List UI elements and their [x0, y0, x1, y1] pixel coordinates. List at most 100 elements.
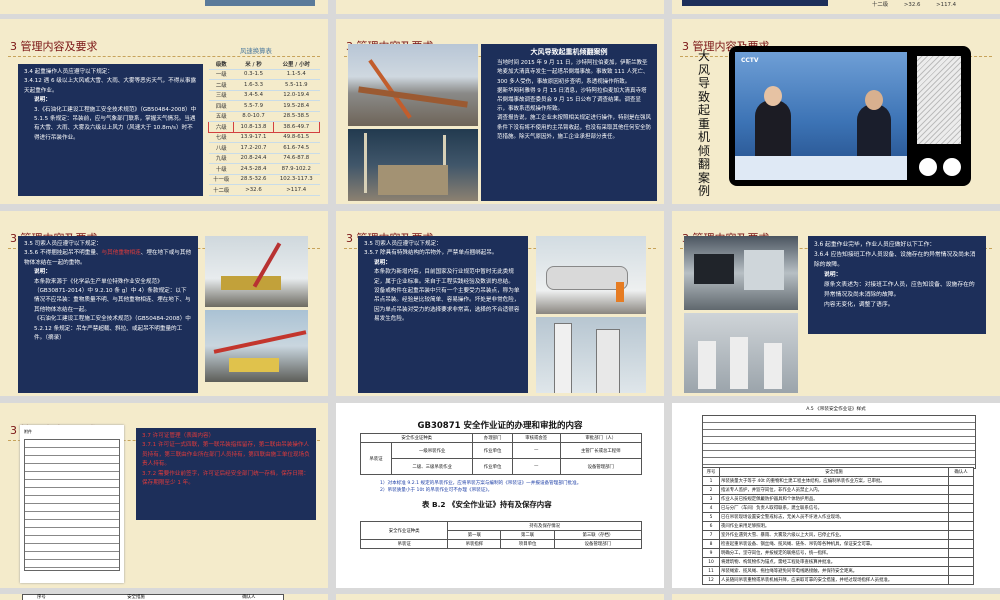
cctv-logo: CCTV — [741, 57, 759, 64]
anchor-right — [857, 104, 891, 160]
wind-cell: 十一级 — [208, 174, 234, 185]
measure-text: 室外作业遇到大雪、暴雨、大雾及六级以上大风，已停止作业。 — [719, 530, 949, 540]
crane-lifting-truck-photo — [205, 236, 308, 307]
measure-row: 11 吊装绳索、揽风绳、拖拉绳等避免同带电线路接触，并保持安全距离。 — [702, 566, 974, 576]
wind-cell: 1.6-3.3 — [233, 79, 274, 91]
t1-kind: 吊装证 — [360, 442, 392, 475]
t2-title: 表 B.2 《安全作业证》持有及保存内容 — [422, 500, 552, 509]
wind-row: 五级 8.0-10.7 28.5-38.5 — [208, 111, 320, 122]
bottom-strip-middle — [336, 594, 664, 600]
rule-line: 3.5 司索人员应遵守以下规定： — [24, 241, 102, 247]
slide-permit-management[interactable]: 3 管理内容及要求 附件 3.7 许可证管理（表面内容） 3.7.1 许可证一式… — [0, 403, 328, 588]
bottom-confirm-label: 确认人 — [242, 595, 256, 600]
wind-cell: 8.0-10.7 — [233, 111, 274, 122]
measure-confirm[interactable] — [948, 521, 974, 531]
measure-text: 人员随同吊装重物或吊装机械升降，应采取可靠的安全措施，并经过现场指挥人员批准。 — [719, 575, 949, 585]
bottom-form-fragment: 序号 安全措施 确认人 — [22, 594, 284, 600]
t1-cell: 作业单位 — [472, 442, 513, 459]
confirm-head: 确认人 — [948, 467, 974, 477]
wind-row: 九级 20.8-24.4 74.6-87.8 — [208, 153, 320, 164]
gb-title: GB30871 安全作业证的办理和审批的内容 — [417, 421, 583, 431]
rule-line: 3.6 起重作业完毕，作业人员应做好以下工作： — [814, 242, 936, 248]
measure-row: 12 人员随同吊装重物或吊装机械升降，应采取可靠的安全措施，并经过现场指挥人员批准… — [702, 575, 974, 585]
vessel-lifting-photo — [536, 236, 646, 314]
t1-head: 审核或会签 — [511, 433, 561, 443]
measure-text: 已在吊装现场设置安全警戒标志，无关人员不许进入作业现场。 — [719, 512, 949, 522]
note-text: 《石油化工建设工程施工安全技术规范》（GB50484-2008）中 5.2.12… — [34, 316, 191, 342]
measure-number: 9 — [702, 548, 720, 558]
t2-cell: 项目单位 — [500, 539, 555, 549]
wind-row: 十二级 >32.6 >117.4 — [208, 184, 320, 196]
tv-speaker — [917, 56, 961, 144]
measure-number: 8 — [702, 539, 720, 549]
slide-crane-case[interactable]: 3 管理内容及要求 大风导致起重机倾翻案例 当地时间 2015 年 9 月 11… — [336, 19, 664, 204]
wind-cell: 四级 — [208, 100, 234, 112]
rule-line: 3.6.4 应告知接班工作人员设备、设施存在的异常情况及尚未消除的故障。 — [814, 252, 976, 268]
wind-row: 十级 24.5-28.4 87.9-102.2 — [208, 163, 320, 175]
crane-cab-photo — [684, 236, 798, 310]
measure-confirm[interactable] — [948, 512, 974, 522]
workers-photo — [684, 313, 798, 393]
permit-rule-panel: 3.7 许可证管理（表面内容） 3.7.1 许可证一式四联，第一联吊装指挥留存，… — [136, 428, 316, 520]
case-paragraph: 当地时间 2015 年 9 月 11 日，沙特阿拉伯麦加，伊斯兰教圣地麦加大清真… — [497, 60, 649, 85]
permit-rule-line: 3.7.2 需要作业前签字，许可证后经安全部门统一存档，保存日期：保存期限至少 … — [142, 470, 310, 487]
t1-cell: 作业单位 — [472, 458, 513, 475]
form-heading: 附件 — [24, 429, 32, 434]
bottom-strip-left: 序号 安全措施 确认人 — [0, 594, 328, 600]
note-label: 说明： — [824, 272, 842, 278]
measure-text: 吊装质量大于等于 40t 的重物和土建工程主体结构，应编制吊装作业方案，已审批。 — [719, 476, 949, 486]
rule-line: 3.4 起重操作人员应遵守以下规定： — [24, 69, 113, 75]
measure-row: 6 夜间作业采用足够照明。 — [702, 521, 974, 531]
measure-confirm[interactable] — [948, 557, 974, 567]
wind-cell: 九级 — [208, 153, 234, 164]
wind-cell: 28.5-32.6 — [233, 174, 274, 185]
measure-text: 夜间作业采用足够照明。 — [719, 521, 949, 531]
tv-knob-left[interactable] — [919, 158, 937, 176]
slide-rigger-rule-weight[interactable]: 3 管理内容及要求 3.5 司索人员应遵守以下规定： 3.5.6 不得捆挂起吊不… — [0, 211, 328, 396]
measure-confirm[interactable] — [948, 494, 974, 504]
measure-confirm[interactable] — [948, 539, 974, 549]
rule-text-panel: 3.6 起重作业完毕，作业人员应做好以下工作： 3.6.4 应告知接班工作人员设… — [808, 236, 986, 334]
note-text: 原条文表述为：对接班工作人员，应告知设备、设施存在的异常情况及尚未消除的故障。 — [824, 282, 975, 298]
wind-cell: 61.6-74.5 — [273, 142, 320, 154]
note-label: 说明： — [34, 97, 51, 104]
t1-head: 办理部门 — [472, 433, 513, 443]
wind-cell: 5.5-7.9 — [233, 100, 274, 112]
collapsed-crane-photo — [348, 44, 478, 126]
rule-line: 3.5.7 除具有特殊结构的吊物外，严禁单点捆绑起吊。 — [364, 250, 498, 257]
wind-cell: 20.8-24.4 — [233, 153, 274, 164]
wind-table-fragment — [682, 0, 828, 6]
t2-head: 持有及保存情况 — [447, 521, 642, 531]
approval-table: 安全作业证种类 办理部门 审核或会签 审批部门（人） 吊装证 一级吊装作业 作业… — [359, 433, 643, 475]
t1-cell: — — [511, 458, 561, 475]
wind-cell: 74.6-87.8 — [273, 153, 320, 164]
measure-row: 4 已与分厂（车间）负责人取得联系，建立联系信号。 — [702, 503, 974, 513]
slide-permit-form[interactable]: A.5 《吊装安全作业证》样式 序号 安全措施 确认人 1 吊装质量大于等于 40… — [672, 403, 1000, 588]
tv-knob-right[interactable] — [943, 158, 961, 176]
slide-wind-rule[interactable]: 3 管理内容及要求 3.4 起重操作人员应遵守以下规定： 3.4.12 遇 6 … — [0, 19, 328, 204]
measure-confirm[interactable] — [948, 548, 974, 558]
measure-confirm[interactable] — [948, 530, 974, 540]
slide-rigger-rule-single-point[interactable]: 3 管理内容及要求 3.5 司索人员应遵守以下规定： 3.5.7 除具有特殊结构… — [336, 211, 664, 396]
measure-confirm[interactable] — [948, 566, 974, 576]
slide-gb30871-tables[interactable]: GB30871 安全作业证的办理和审批的内容 安全作业证种类 办理部门 审核或会… — [336, 403, 664, 588]
news-video-player[interactable]: CCTV — [729, 46, 971, 186]
measure-confirm[interactable] — [948, 485, 974, 495]
rule-line: 3.5.6 不得捆挂起吊不明重量、与其他重物相连、埋在地下或与其他物体冻结在一起… — [24, 250, 192, 266]
wind-cell: 十级 — [208, 163, 234, 175]
t2-sub: 第三联（存档） — [553, 530, 643, 540]
wind-cell: 17.2-20.7 — [233, 142, 274, 154]
measure-confirm[interactable] — [948, 503, 974, 513]
measure-confirm[interactable] — [948, 575, 974, 585]
video-screen[interactable]: CCTV — [735, 52, 907, 180]
measure-confirm[interactable] — [948, 476, 974, 486]
measure-number: 11 — [702, 566, 720, 576]
wind-cell: 13.9-17.1 — [233, 132, 274, 143]
rule-line: 3.4.12 遇 6 级以上大风或大雪、大雨、大雾等恶劣天气，不得从事露天起重作… — [24, 78, 197, 94]
measure-row: 2 指派专人监护，并监守岗位，非作业人员禁止入内。 — [702, 485, 974, 495]
slide-handover-rule[interactable]: 3 管理内容及要求 3.6 起重作业完毕，作业人员应做好以下工作： 3.6.4 … — [672, 211, 1000, 396]
t1-cell: 一级吊装作业 — [390, 442, 474, 459]
measure-row: 1 吊装质量大于等于 40t 的重物和土建工程主体结构，应编制吊装作业方案，已审批… — [702, 476, 974, 486]
measure-row: 5 已在吊装现场设置安全警戒标志，无关人员不许进入作业现场。 — [702, 512, 974, 522]
measure-row: 9 明确分工，坚守岗位，并按规定的联络信号，统一指挥。 — [702, 548, 974, 558]
